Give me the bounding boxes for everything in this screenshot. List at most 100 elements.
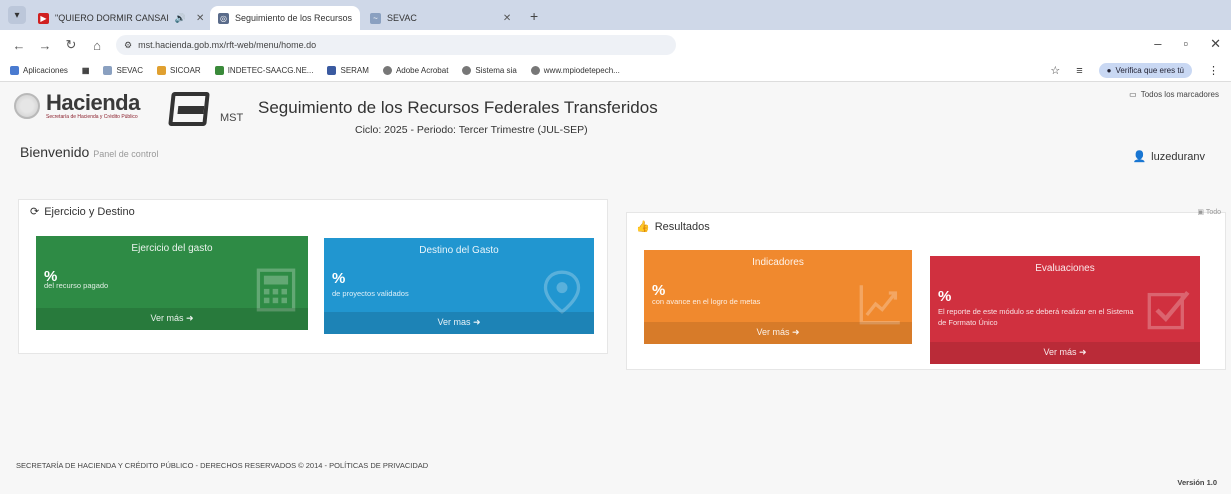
welcome-subtitle: Panel de control bbox=[93, 149, 159, 159]
hacienda-logo[interactable]: Hacienda Secretaría de Hacienda y Crédit… bbox=[14, 92, 140, 120]
url-text: mst.hacienda.gob.mx/rft-web/menu/home.do bbox=[138, 40, 317, 50]
toolbar-right: ☆ ≡ ● Verifica que eres tú ⋮ bbox=[1050, 63, 1219, 78]
verify-profile-button[interactable]: ● Verifica que eres tú bbox=[1098, 63, 1192, 78]
bookmark-adobe[interactable]: Adobe Acrobat bbox=[382, 66, 448, 75]
coat-of-arms-icon bbox=[14, 93, 40, 119]
tile-destino-gasto[interactable]: Destino del Gasto % de proyectos validad… bbox=[324, 238, 594, 334]
reload-icon[interactable]: ↻ bbox=[64, 37, 78, 53]
new-tab-button[interactable]: + bbox=[530, 8, 538, 24]
mst-logo-icon bbox=[168, 92, 210, 126]
arrow-circle-right-icon: ➜ bbox=[1078, 347, 1087, 357]
bookmark-grid[interactable]: ▦ bbox=[82, 66, 90, 75]
sevac-icon: ~ bbox=[370, 12, 381, 24]
close-tab-icon[interactable]: ✕ bbox=[503, 13, 511, 24]
ver-mas-link[interactable]: Ver más ➜ bbox=[644, 322, 912, 344]
star-icon[interactable]: ☆ bbox=[1050, 64, 1060, 77]
panel-title: Ejercicio y Destino bbox=[44, 205, 135, 218]
username: luzeduranv bbox=[1151, 150, 1205, 163]
youtube-icon: ▶ bbox=[38, 12, 49, 24]
bookmark-tepech[interactable]: www.mpiodetepech... bbox=[530, 66, 620, 75]
profile-icon: ● bbox=[1106, 66, 1112, 75]
tab-search-button[interactable]: ▾ bbox=[8, 6, 26, 24]
bookmark-sicoar[interactable]: SICOAR bbox=[157, 66, 201, 75]
tile-description: con avance en el logro de metas bbox=[652, 297, 761, 306]
tile-percentage: % bbox=[332, 270, 346, 287]
bookmark-label: Aplicaciones bbox=[23, 66, 68, 75]
bookmarks-bar: Aplicaciones ▦ SEVAC SICOAR INDETEC-SAAC… bbox=[0, 60, 1231, 82]
ver-mas-link[interactable]: Ver más ➜ bbox=[36, 308, 308, 330]
bookmark-sevac[interactable]: SEVAC bbox=[103, 66, 143, 75]
minimize-icon[interactable]: – bbox=[1154, 36, 1161, 52]
url-bar[interactable]: ⚙ mst.hacienda.gob.mx/rft-web/menu/home.… bbox=[116, 35, 676, 55]
extensions-icon[interactable]: ≡ bbox=[1076, 65, 1082, 77]
tab-seguimiento[interactable]: ◎ Seguimiento de los Recursos ✕ bbox=[210, 6, 360, 30]
bookmark-label: INDETEC-SAACG.NE... bbox=[227, 66, 314, 75]
welcome-title: Bienvenido bbox=[20, 144, 90, 160]
tab-sevac[interactable]: ~ SEVAC ✕ bbox=[362, 6, 522, 30]
all-bookmarks[interactable]: ▭ Todos los marcadores bbox=[1129, 90, 1219, 99]
all-bookmarks-label: Todos los marcadores bbox=[1140, 90, 1219, 99]
welcome-heading: Bienvenido Panel de control bbox=[20, 144, 158, 160]
footer-text: SECRETARÍA DE HACIENDA Y CRÉDITO PÚBLICO… bbox=[16, 461, 429, 470]
site-info-icon[interactable]: ⚙ bbox=[124, 40, 132, 51]
ver-mas-link[interactable]: Ver mas ➜ bbox=[324, 312, 594, 334]
seram-icon bbox=[327, 66, 337, 75]
todo-link[interactable]: ▣ Todo bbox=[1197, 208, 1221, 216]
ver-mas-label: Ver más bbox=[150, 313, 184, 323]
maximize-icon[interactable]: ▫ bbox=[1183, 36, 1188, 52]
indetec-icon bbox=[214, 66, 224, 75]
bookmark-label: www.mpiodetepech... bbox=[543, 66, 620, 75]
logo-text: Hacienda bbox=[46, 90, 140, 115]
back-icon[interactable]: ← bbox=[12, 38, 26, 53]
menu-icon[interactable]: ⋮ bbox=[1208, 64, 1219, 77]
speaker-icon: 🔊 bbox=[174, 12, 186, 23]
tile-indicadores[interactable]: Indicadores % con avance en el logro de … bbox=[644, 250, 912, 344]
bookmark-indetec[interactable]: INDETEC-SAACG.NE... bbox=[214, 66, 314, 75]
logo-subtext: Secretaría de Hacienda y Crédito Público bbox=[46, 114, 138, 120]
version-label: Versión 1.0 bbox=[1177, 478, 1217, 487]
user-menu[interactable]: 👤 luzeduranv bbox=[1132, 150, 1205, 164]
bookmark-sia[interactable]: Sistema sia bbox=[462, 66, 517, 75]
panel-title: Resultados bbox=[654, 220, 710, 233]
tile-title: Ejercicio del gasto bbox=[131, 243, 213, 254]
globe-icon bbox=[462, 66, 472, 75]
tile-description: de proyectos validados bbox=[332, 289, 409, 298]
close-window-icon[interactable]: ✕ bbox=[1210, 36, 1221, 52]
folder-icon: ▭ bbox=[1129, 90, 1137, 99]
arrow-circle-right-icon: ➜ bbox=[472, 317, 481, 327]
forward-icon[interactable]: → bbox=[38, 38, 52, 53]
grid-icon: ▦ bbox=[81, 66, 90, 75]
bookmark-label: Sistema sia bbox=[475, 66, 517, 75]
tab-title: "QUIERO DORMIR CANSAI bbox=[55, 13, 169, 23]
arrow-circle-right-icon: ➜ bbox=[185, 313, 194, 323]
tab-title: SEVAC bbox=[387, 13, 417, 23]
bookmark-label: SERAM bbox=[340, 66, 369, 75]
bookmark-seram[interactable]: SERAM bbox=[327, 66, 369, 75]
ver-mas-label: Ver más bbox=[756, 327, 790, 337]
sicoar-icon bbox=[157, 66, 167, 75]
globe-icon bbox=[530, 66, 540, 75]
refresh-icon: ⟳ bbox=[30, 206, 40, 218]
tab-youtube[interactable]: ▶ "QUIERO DORMIR CANSAI 🔊 ✕ bbox=[30, 6, 208, 30]
print-icon: ▣ bbox=[1197, 209, 1204, 216]
browser-tab-strip: ▾ ▶ "QUIERO DORMIR CANSAI 🔊 ✕ ◎ Seguimie… bbox=[0, 0, 1231, 30]
bookmark-apps[interactable]: Aplicaciones bbox=[10, 66, 68, 75]
close-tab-icon[interactable]: ✕ bbox=[196, 13, 204, 24]
home-icon[interactable]: ⌂ bbox=[90, 38, 104, 53]
tile-ejercicio-gasto[interactable]: Ejercicio del gasto % del recurso pagado… bbox=[36, 236, 308, 330]
tile-evaluaciones[interactable]: Evaluaciones % El reporte de este módulo… bbox=[930, 256, 1200, 364]
ejercicio-heading: ⟳ Ejercicio y Destino bbox=[30, 205, 135, 219]
calculator-icon bbox=[256, 268, 296, 312]
tile-title: Evaluaciones bbox=[1035, 263, 1095, 274]
tile-description: El reporte de este módulo se deberá real… bbox=[938, 307, 1134, 327]
arrow-circle-right-icon: ➜ bbox=[791, 327, 800, 337]
resultados-heading: 👍 Resultados bbox=[636, 220, 710, 234]
ver-mas-link[interactable]: Ver más ➜ bbox=[930, 342, 1200, 364]
address-toolbar: ← → ↻ ⌂ ⚙ mst.hacienda.gob.mx/rft-web/me… bbox=[0, 30, 1231, 60]
tile-title: Destino del Gasto bbox=[419, 245, 499, 256]
cycle-period: Ciclo: 2025 - Periodo: Tercer Trimestre … bbox=[355, 124, 588, 136]
bookmark-label: SEVAC bbox=[116, 66, 144, 75]
mst-label: MST bbox=[220, 112, 244, 124]
user-icon: 👤 bbox=[1132, 151, 1147, 163]
todo-label: Todo bbox=[1205, 209, 1221, 216]
